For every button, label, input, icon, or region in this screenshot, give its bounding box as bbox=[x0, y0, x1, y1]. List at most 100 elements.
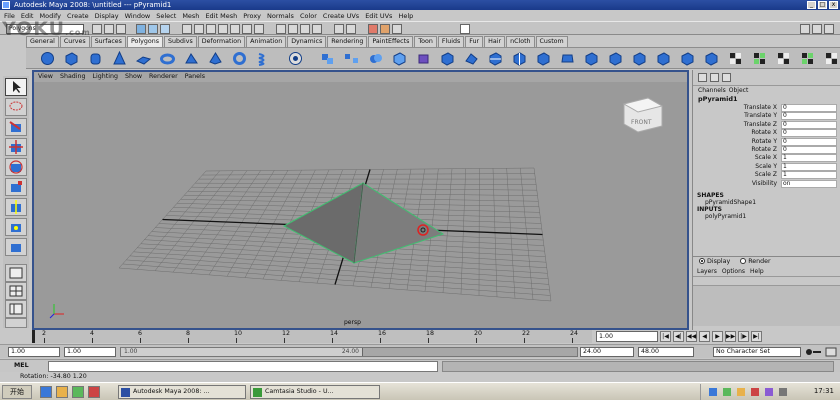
object-menu[interactable]: Object bbox=[729, 86, 749, 95]
character-set-dropdown[interactable]: No Character Set bbox=[713, 347, 801, 357]
current-time-field[interactable]: 1.00 bbox=[596, 331, 658, 342]
four-pane-layout-icon[interactable] bbox=[5, 282, 27, 300]
new-scene-icon[interactable] bbox=[92, 24, 102, 34]
mask-curves-icon[interactable] bbox=[206, 24, 216, 34]
channel-layer-toggle-icon[interactable] bbox=[722, 73, 731, 82]
mask-rendering-icon[interactable] bbox=[254, 24, 264, 34]
persp-outliner-layout-icon[interactable] bbox=[5, 300, 27, 318]
attribute-row[interactable]: Visibility on bbox=[693, 179, 840, 188]
menu-edit-mesh[interactable]: Edit Mesh bbox=[205, 12, 237, 20]
range-handle[interactable]: 1.00 24.00 bbox=[121, 348, 363, 356]
step-back-key-icon[interactable]: ◀◀ bbox=[686, 331, 697, 342]
attribute-row[interactable]: Translate X 0 bbox=[693, 104, 840, 112]
rotate-tool-icon[interactable] bbox=[5, 158, 27, 176]
select-hierarchy-icon[interactable] bbox=[136, 24, 146, 34]
cylindrical-map-icon[interactable] bbox=[776, 51, 791, 66]
tray-volume-icon[interactable] bbox=[779, 388, 787, 396]
layer-buttons[interactable] bbox=[693, 276, 840, 286]
extrude-icon[interactable] bbox=[416, 51, 431, 66]
poly-torus-icon[interactable] bbox=[160, 51, 175, 66]
attribute-value-field[interactable]: 1 bbox=[781, 162, 837, 171]
layer-editor-icon[interactable] bbox=[710, 73, 719, 82]
tab-surfaces[interactable]: Surfaces bbox=[90, 36, 126, 47]
perspective-viewport[interactable]: View Shading Lighting Show Renderer Pane… bbox=[32, 70, 689, 330]
mask-handles-icon[interactable] bbox=[182, 24, 192, 34]
attribute-value-field[interactable]: 0 bbox=[781, 112, 837, 121]
menu-color[interactable]: Color bbox=[300, 12, 317, 20]
play-backwards-icon[interactable]: ◀ bbox=[699, 331, 710, 342]
start-time-field[interactable]: 1.00 bbox=[8, 347, 60, 357]
layer-help-menu[interactable]: Help bbox=[750, 267, 764, 276]
spherical-map-icon[interactable] bbox=[800, 51, 815, 66]
soft-modification-icon[interactable] bbox=[5, 218, 27, 236]
tab-fluids[interactable]: Fluids bbox=[437, 36, 465, 47]
lasso-tool-icon[interactable] bbox=[5, 98, 27, 116]
poly-cylinder-icon[interactable] bbox=[88, 51, 103, 66]
bridge-icon[interactable] bbox=[440, 51, 455, 66]
attribute-value-field[interactable]: on bbox=[781, 179, 837, 188]
collapse-icon[interactable] bbox=[608, 51, 623, 66]
attribute-value-field[interactable]: 0 bbox=[781, 145, 837, 154]
menu-proxy[interactable]: Proxy bbox=[243, 12, 261, 20]
current-time-marker[interactable] bbox=[32, 330, 35, 343]
attribute-row[interactable]: Rotate Z 0 bbox=[693, 145, 840, 154]
layers-menu[interactable]: Layers bbox=[697, 267, 717, 276]
play-forwards-icon[interactable]: ▶ bbox=[712, 331, 723, 342]
tab-deformation[interactable]: Deformation bbox=[197, 36, 246, 47]
attribute-row[interactable]: Rotate Y 0 bbox=[693, 137, 840, 146]
show-channel-box-icon[interactable] bbox=[824, 24, 834, 34]
ie-quicklaunch-icon[interactable] bbox=[40, 386, 52, 398]
merge-icon[interactable] bbox=[584, 51, 599, 66]
auto-key-icons[interactable] bbox=[804, 347, 838, 357]
attribute-value-field[interactable]: 0 bbox=[781, 120, 837, 129]
options-menu[interactable]: Options bbox=[722, 267, 745, 276]
tab-rendering[interactable]: Rendering bbox=[327, 36, 368, 47]
menu-normals[interactable]: Normals bbox=[267, 12, 294, 20]
render-layers-radio[interactable]: Render bbox=[740, 257, 771, 267]
end-time-field[interactable]: 48.00 bbox=[638, 347, 694, 357]
single-pane-layout-icon[interactable] bbox=[5, 264, 27, 282]
attribute-row[interactable]: Scale Y 1 bbox=[693, 162, 840, 171]
maximize-button[interactable]: □ bbox=[818, 1, 827, 9]
universal-manipulator-icon[interactable] bbox=[5, 198, 27, 216]
show-attribute-editor-icon[interactable] bbox=[800, 24, 810, 34]
folder-quicklaunch-icon[interactable] bbox=[56, 386, 68, 398]
triangulate-icon[interactable] bbox=[680, 51, 695, 66]
reduce-icon[interactable] bbox=[656, 51, 671, 66]
split-polygon-icon[interactable] bbox=[488, 51, 503, 66]
planar-map-icon[interactable] bbox=[752, 51, 767, 66]
poly-cube-icon[interactable] bbox=[64, 51, 79, 66]
show-tool-settings-icon[interactable] bbox=[812, 24, 822, 34]
mel-command-input[interactable] bbox=[48, 361, 438, 372]
uv-checker-icon[interactable] bbox=[728, 51, 743, 66]
tab-subdivs[interactable]: Subdivs bbox=[164, 36, 197, 47]
menu-help[interactable]: Help bbox=[398, 12, 413, 20]
go-to-start-icon[interactable]: |◀ bbox=[660, 331, 671, 342]
view-cube[interactable]: FRONT bbox=[622, 97, 664, 133]
separate-icon[interactable] bbox=[344, 51, 359, 66]
tab-fur[interactable]: Fur bbox=[465, 36, 484, 47]
attribute-row[interactable]: Translate Z 0 bbox=[693, 120, 840, 129]
automatic-map-icon[interactable] bbox=[824, 51, 839, 66]
render-settings-icon[interactable] bbox=[392, 24, 402, 34]
display-layers-radio[interactable]: Display bbox=[699, 257, 730, 267]
select-tool-icon[interactable] bbox=[5, 78, 27, 96]
tab-custom[interactable]: Custom bbox=[535, 36, 568, 47]
ipr-render-icon[interactable] bbox=[380, 24, 390, 34]
bevel-icon[interactable] bbox=[560, 51, 575, 66]
combine-icon[interactable] bbox=[320, 51, 335, 66]
desktop-quicklaunch-icon[interactable] bbox=[72, 386, 84, 398]
task-maya[interactable]: Autodesk Maya 2008: ... bbox=[118, 385, 246, 399]
tray-ime-icon[interactable] bbox=[737, 388, 745, 396]
boolean-union-icon[interactable] bbox=[368, 51, 383, 66]
tab-hair[interactable]: Hair bbox=[484, 36, 506, 47]
playback-start-field[interactable]: 1.00 bbox=[64, 347, 116, 357]
poly-pyramid-icon[interactable] bbox=[208, 51, 223, 66]
tab-polygons[interactable]: Polygons bbox=[126, 36, 163, 47]
mask-surfaces-icon[interactable] bbox=[218, 24, 228, 34]
move-tool-icon[interactable] bbox=[5, 138, 27, 156]
smooth-icon[interactable] bbox=[392, 51, 407, 66]
layer-list[interactable] bbox=[693, 286, 840, 326]
poly-sphere-icon[interactable] bbox=[40, 51, 55, 66]
menu-window[interactable]: Window bbox=[125, 12, 151, 20]
